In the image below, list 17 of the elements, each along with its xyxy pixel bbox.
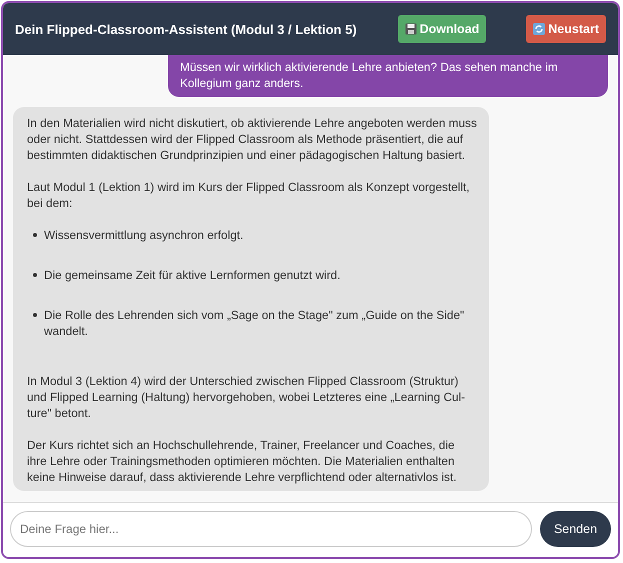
list-item-text: Wissensvermittlung asynchron erfolgt. (44, 227, 244, 243)
list-item-text: Die Rolle des Lehrenden sich vom „Sage on the Stage" zum „Guide on the Side" wandelt. (44, 307, 466, 339)
download-button[interactable]: Download (398, 15, 486, 43)
message-paragraph: Müssen wir wirklich aktivierende Lehre anbieten? Das sehen manche im Kollegium ganz anders. (180, 59, 559, 91)
send-button[interactable]: Senden (540, 511, 611, 547)
list-item-text: Die gemeinsame Zeit für aktive Lernformen genutzt wird. (44, 267, 340, 283)
bullet-icon (33, 233, 37, 237)
message-paragraph: In Modul 3 (Lektion 4) wird der Unterschied zwischen Flipped Classroom (Struktur) und Flipped Learning (Haltung) hervorgehoben, wobei Letzteres eine „Learning Cul-ture" betont. (27, 373, 466, 421)
refresh-icon (533, 23, 546, 35)
window-title: Dein Flipped-Classroom-Assistent (Modul 3 / Lektion 5) (15, 22, 357, 36)
message-paragraph: Laut Modul 1 (Lektion 1) wird im Kurs der Flipped Classroom als Konzept vorgestellt, bei dem: (27, 179, 471, 211)
restart-button[interactable]: Neustart (526, 15, 606, 43)
bullet-icon (33, 273, 37, 277)
bullet-icon (33, 313, 37, 317)
question-input-field[interactable]: Deine Frage hier... (10, 511, 532, 547)
message-paragraph: In den Materialien wird nicht diskutiert, ob aktivierende Lehre angeboten werden muss oder nicht. Stattdessen wird der Flipped Classroom als Methode präsentiert, die auf bestimmten didaktischen Grundprinzipien und einer pädagogischen Haltung basiert. (27, 115, 477, 163)
message-paragraph: Der Kurs richtet sich an Hochschullehrende, Trainer, Freelancer und Coaches, die ihre Lehre oder Trainingsmethoden optimieren möchten. Die Materialien enthalten keine Hinweise darauf, dass aktivierende Lehre verpflichtend oder alternativlos ist. (27, 437, 458, 485)
